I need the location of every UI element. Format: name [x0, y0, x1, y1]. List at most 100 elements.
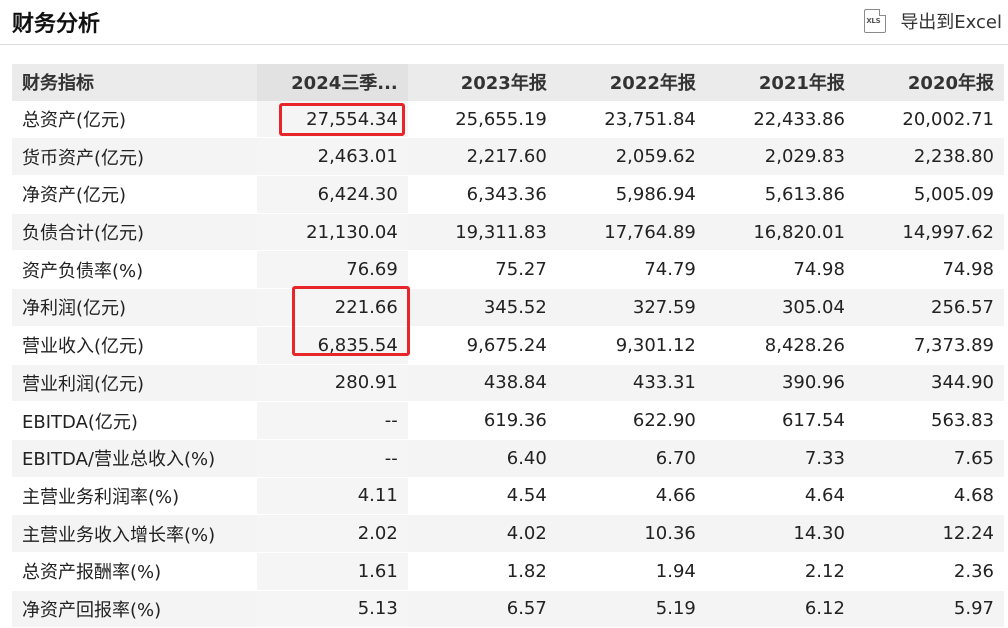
metric-value: 221.66 [256, 288, 408, 327]
table-row: 营业收入(亿元) 6,835.54 9,675.24 9,301.12 8,428.26… [12, 326, 1004, 365]
metric-label: EBITDA(亿元) [12, 401, 257, 440]
metric-label: 营业利润(亿元) [12, 364, 257, 403]
export-excel-button[interactable]: XLS 导出到Excel [864, 8, 1002, 34]
metric-value: 345.52 [407, 288, 557, 327]
metric-value: 1.82 [407, 552, 557, 591]
table-row: 净资产(亿元) 6,424.30 6,343.36 5,986.94 5,613.86 5… [12, 175, 1004, 214]
metric-label: 主营业务收入增长率(%) [12, 514, 257, 553]
metric-value: 280.91 [256, 364, 408, 403]
column-header-metric: 财务指标 [12, 64, 257, 101]
metric-value: 344.90 [854, 364, 1004, 403]
metric-value: 5.97 [854, 590, 1004, 628]
metric-value: 75.27 [407, 250, 557, 290]
metric-value: 6.12 [705, 590, 855, 628]
metric-label: 净资产回报率(%) [12, 590, 257, 628]
metric-value: 27,554.34 [256, 100, 408, 139]
metric-value: 619.36 [407, 401, 557, 440]
metric-value: 7.65 [854, 439, 1004, 478]
metric-label: 主营业务利润率(%) [12, 477, 257, 516]
metric-value: 327.59 [556, 288, 706, 327]
metric-value: 14.30 [705, 514, 855, 553]
excel-file-icon: XLS [864, 9, 887, 33]
metric-value: 21,130.04 [256, 213, 408, 252]
metric-label: 总资产(亿元) [12, 100, 257, 139]
column-header-period: 2020年报 [854, 64, 1004, 101]
table-row: 营业利润(亿元) 280.91 438.84 433.31 390.96 344.90 [12, 364, 1004, 403]
page-header: 财务分析 XLS 导出到Excel [0, 0, 1008, 45]
metric-value: 14,997.62 [854, 213, 1004, 252]
metric-label: 净资产(亿元) [12, 175, 257, 214]
metric-label: 营业收入(亿元) [12, 326, 257, 365]
table-header-row: 财务指标 2024三季... 2023年报 2022年报 2021年报 2020年报 [12, 64, 1004, 101]
column-header-period[interactable]: 2024三季... [256, 64, 408, 101]
metric-value: 23,751.84 [556, 100, 706, 139]
metric-value: 74.98 [705, 250, 855, 290]
table-row: EBITDA(亿元) -- 619.36 622.90 617.54 563.83 [12, 401, 1004, 440]
metric-value: 2.36 [854, 552, 1004, 591]
metric-value: -- [256, 439, 408, 478]
metric-value: 6,835.54 [256, 326, 408, 365]
metric-value: 19,311.83 [407, 213, 557, 252]
metric-value: 9,301.12 [556, 326, 706, 365]
metric-value: 438.84 [407, 364, 557, 403]
metric-value: 6,424.30 [256, 175, 408, 214]
metric-value: 5,986.94 [556, 175, 706, 214]
metric-label: 净利润(亿元) [12, 288, 257, 327]
table-body: 总资产(亿元) 27,554.34 25,655.19 23,751.84 22,433… [12, 100, 1004, 628]
metric-value: 5.13 [256, 590, 408, 628]
metric-value: 2,029.83 [705, 137, 855, 177]
metric-value: 6.57 [407, 590, 557, 628]
metric-value: 2.12 [705, 552, 855, 591]
metric-value: 9,675.24 [407, 326, 557, 365]
column-header-period: 2023年报 [407, 64, 557, 101]
table-row: EBITDA/营业总收入(%) -- 6.40 6.70 7.33 7.65 [12, 439, 1004, 478]
table-row: 总资产报酬率(%) 1.61 1.82 1.94 2.12 2.36 [12, 552, 1004, 591]
metric-label: 货币资产(亿元) [12, 137, 257, 177]
metric-value: 22,433.86 [705, 100, 855, 139]
metric-value: 20,002.71 [854, 100, 1004, 139]
metric-value: 6.70 [556, 439, 706, 478]
metric-value: 17,764.89 [556, 213, 706, 252]
metric-value: 256.57 [854, 288, 1004, 327]
metric-value: 390.96 [705, 364, 855, 403]
table-row: 资产负债率(%) 76.69 75.27 74.79 74.98 74.98 [12, 250, 1004, 290]
metric-value: 2.02 [256, 514, 408, 553]
metric-value: 1.94 [556, 552, 706, 591]
table-row: 主营业务利润率(%) 4.11 4.54 4.66 4.64 4.68 [12, 477, 1004, 516]
metric-value: 5.19 [556, 590, 706, 628]
table-row: 主营业务收入增长率(%) 2.02 4.02 10.36 14.30 12.24 [12, 514, 1004, 553]
metric-value: 622.90 [556, 401, 706, 440]
metric-value: 2,217.60 [407, 137, 557, 177]
metric-label: 负债合计(亿元) [12, 213, 257, 252]
metric-value: 7.33 [705, 439, 855, 478]
metric-value: 7,373.89 [854, 326, 1004, 365]
metric-value: 4.02 [407, 514, 557, 553]
metric-value: 4.11 [256, 477, 408, 516]
table-row: 净利润(亿元) 221.66 345.52 327.59 305.04 256.57 [12, 288, 1004, 327]
metric-value: 10.36 [556, 514, 706, 553]
metric-value: 2,463.01 [256, 137, 408, 177]
metric-value: 4.54 [407, 477, 557, 516]
metric-value: 74.79 [556, 250, 706, 290]
table-row: 净资产回报率(%) 5.13 6.57 5.19 6.12 5.97 [12, 590, 1004, 628]
metric-value: 12.24 [854, 514, 1004, 553]
metric-value: 74.98 [854, 250, 1004, 290]
metric-value: 6.40 [407, 439, 557, 478]
metric-value: 2,059.62 [556, 137, 706, 177]
metric-value: 4.64 [705, 477, 855, 516]
table-row: 负债合计(亿元) 21,130.04 19,311.83 17,764.89 16,82… [12, 213, 1004, 252]
table-row: 货币资产(亿元) 2,463.01 2,217.60 2,059.62 2,029.83… [12, 137, 1004, 177]
metric-label: EBITDA/营业总收入(%) [12, 439, 257, 478]
metric-value: 4.68 [854, 477, 1004, 516]
export-excel-label: 导出到Excel [900, 12, 1002, 33]
metric-value: 6,343.36 [407, 175, 557, 214]
metric-value: 8,428.26 [705, 326, 855, 365]
metric-value: 5,613.86 [705, 175, 855, 214]
metric-value: 4.66 [556, 477, 706, 516]
metric-value: 5,005.09 [854, 175, 1004, 214]
metric-label: 资产负债率(%) [12, 250, 257, 290]
metric-value: 305.04 [705, 288, 855, 327]
column-header-period: 2021年报 [705, 64, 855, 101]
metric-value: 76.69 [256, 250, 408, 290]
metric-value: 16,820.01 [705, 213, 855, 252]
